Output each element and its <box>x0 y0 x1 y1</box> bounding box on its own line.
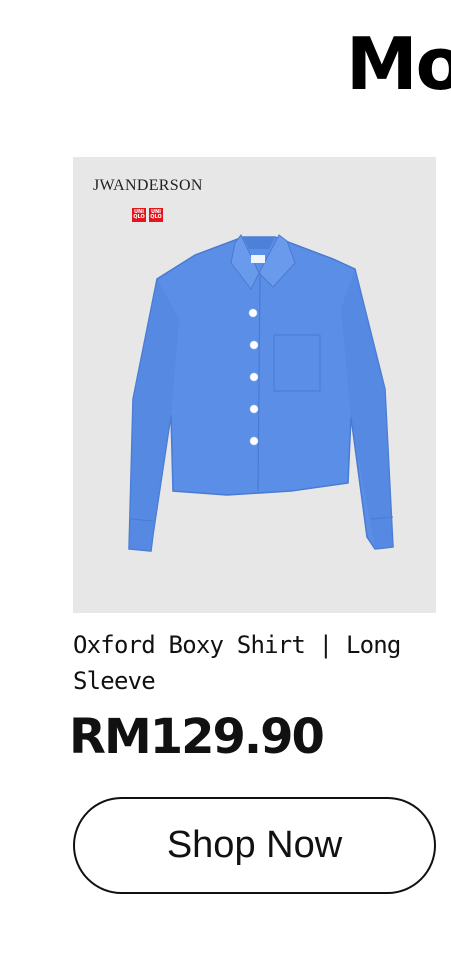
uniqlo-logo-katakana: UNI QLO <box>132 208 146 222</box>
shop-now-button[interactable]: Shop Now <box>73 797 436 894</box>
uniqlo-logo: UNI QLO UNI QLO <box>132 208 163 222</box>
shirt-image <box>128 234 394 552</box>
page-heading: Mo <box>346 22 451 106</box>
uniqlo-logo-latin: UNI QLO <box>149 208 163 222</box>
product-price: RM129.90 <box>69 709 325 765</box>
product-image[interactable]: JWANDERSON UNI QLO UNI QLO <box>73 157 436 613</box>
product-name[interactable]: Oxford Boxy Shirt | Long Sleeve <box>73 627 413 699</box>
jw-anderson-logo: JWANDERSON <box>93 177 203 194</box>
